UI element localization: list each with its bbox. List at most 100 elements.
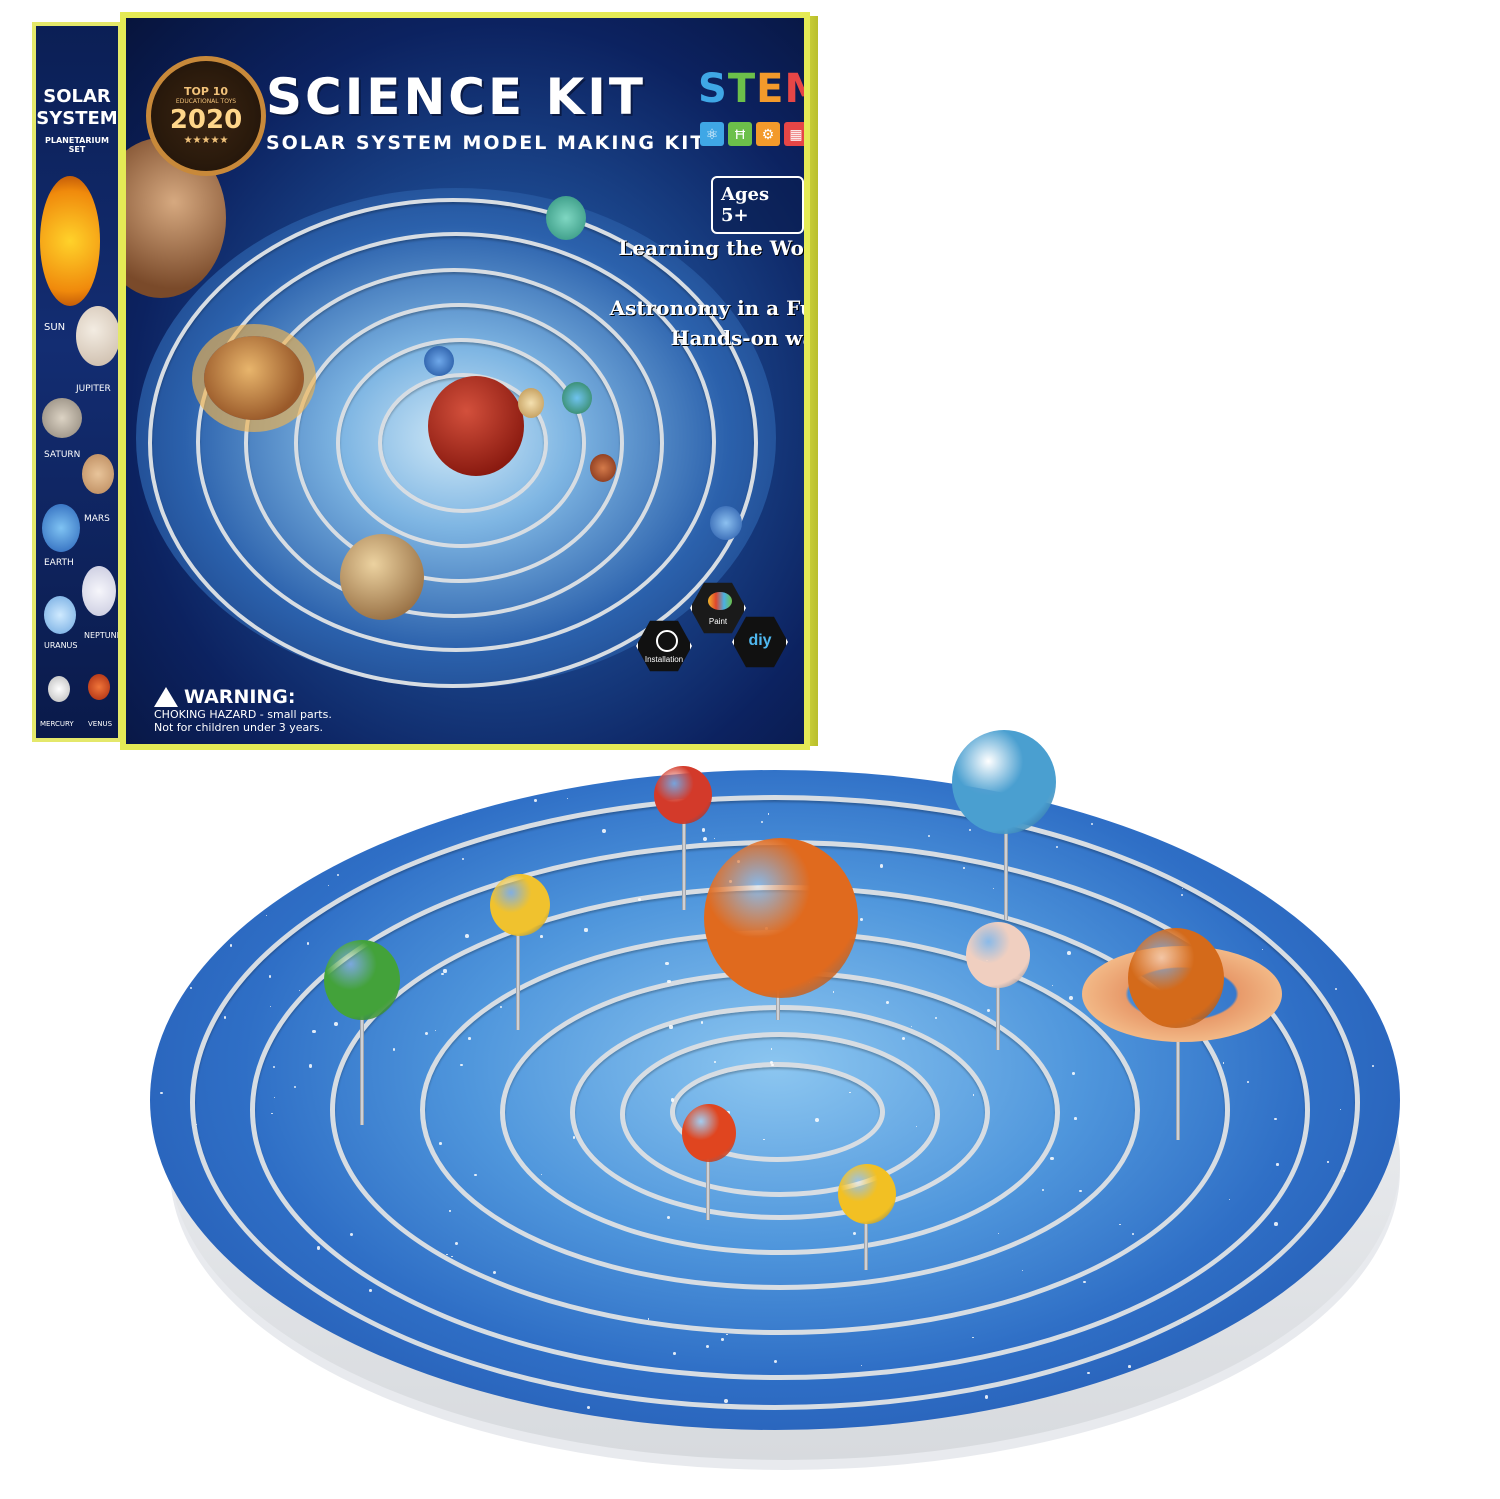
star-dot [723, 1398, 728, 1403]
jupiter-rod [996, 980, 1000, 1050]
star-dot [721, 1338, 724, 1342]
tagline-line: Astronomy in a Fun, [609, 296, 804, 320]
star-dot [257, 1372, 260, 1375]
side-planet-label: SUN [44, 322, 66, 333]
star-dot [1074, 1117, 1077, 1121]
star-dot [499, 1005, 502, 1008]
star-dot [189, 987, 192, 990]
star-dot [539, 935, 543, 938]
star-dot [441, 972, 444, 976]
illustration-sun [428, 376, 524, 476]
side-subtitle: PLANETARIUM SET [45, 136, 109, 154]
star-dot [164, 1406, 168, 1410]
illustration-uranus [546, 196, 586, 240]
star-dot [702, 837, 707, 842]
star-dot [915, 1125, 917, 1127]
star-dot [771, 1063, 774, 1067]
warning-line: CHOKING HAZARD - small parts. [154, 708, 332, 721]
star-dot [1274, 1222, 1278, 1226]
star-dot [268, 975, 271, 978]
star-dot [312, 1029, 316, 1034]
star-dot [180, 1283, 183, 1286]
illustration-earth [562, 382, 592, 414]
star-dot [1372, 1065, 1374, 1067]
star-dot [1250, 1386, 1253, 1389]
star-dot [962, 867, 965, 869]
star-dot [260, 793, 264, 797]
star-dot [336, 874, 339, 877]
bridge-icon: Ħ [728, 122, 752, 146]
saturn-image [42, 398, 82, 438]
tagline: Learning the World of Astronomy in a Fun… [596, 233, 804, 353]
side-planet-label: VENUS [88, 720, 113, 728]
star-dot [355, 1368, 359, 1372]
ages-badge: Ages 5+ [711, 176, 804, 234]
star-dot [328, 885, 330, 887]
star-dot [1131, 1232, 1134, 1235]
side-planet-label: URANUS [44, 641, 78, 650]
star-dot [1388, 789, 1390, 791]
sun-sphere [704, 838, 858, 998]
star-dot [1222, 1062, 1224, 1064]
star-dot [221, 1381, 226, 1385]
award-line1: TOP 10 [183, 85, 229, 98]
star-dot [182, 896, 185, 899]
star-dot [443, 969, 447, 973]
star-dot [1327, 1161, 1329, 1163]
star-dot [223, 1016, 227, 1019]
gear-icon: ⚙ [756, 122, 780, 146]
mercury-image [48, 676, 70, 702]
star-dot [1087, 1371, 1090, 1375]
side-title: SOLAR SYSTEM [36, 86, 118, 130]
star-dot [1323, 1293, 1326, 1296]
stem-icons: ⚛ Ħ ⚙ ▦ [700, 122, 804, 146]
mercury-rod [682, 810, 686, 910]
star-dot [256, 1342, 260, 1346]
star-dot [566, 797, 568, 799]
side-planet-label: SATURN [44, 450, 81, 460]
tagline-line: Hands-on way! [670, 326, 804, 350]
illustration-neptune [424, 346, 454, 376]
star-dot [334, 1021, 338, 1026]
star-dot [1342, 1169, 1345, 1172]
star-dot [986, 1008, 990, 1012]
stem-letter: E [756, 66, 785, 112]
stem-letter: M [784, 66, 804, 112]
atom-icon: ⚛ [700, 122, 724, 146]
star-dot [306, 942, 309, 945]
star-dot [170, 1264, 173, 1267]
star-dot [438, 1141, 442, 1145]
saturn-rod [1176, 1040, 1180, 1140]
warning-triangle-icon [154, 687, 178, 707]
paint-label: Paint [708, 617, 728, 626]
side-planet-label: NEPTUNE [84, 631, 122, 640]
side-title-line: SYSTEM [36, 108, 118, 129]
side-planet-label: MARS [84, 514, 110, 524]
star-dot [365, 781, 370, 786]
star-dot [1068, 996, 1073, 1000]
warning-title: WARNING: [184, 686, 296, 708]
star-dot [647, 1318, 649, 1320]
side-title-line: SOLAR [43, 86, 111, 107]
tagline-line: Learning the World of [618, 236, 804, 260]
venus-rod [516, 930, 520, 1030]
star-dot [265, 914, 268, 917]
star-dot [586, 1405, 591, 1409]
star-dot [316, 1246, 321, 1250]
star-dot [584, 928, 588, 932]
venus-image [88, 674, 110, 700]
side-planet-label: EARTH [44, 558, 74, 568]
star-dot [773, 1360, 777, 1364]
star-dot [1181, 887, 1183, 890]
uranus-sphere [324, 940, 400, 1020]
paint-palette-icon [708, 592, 732, 610]
box-title: SCIENCE KIT [266, 68, 647, 126]
star-dot [984, 1394, 989, 1399]
star-dot [1051, 984, 1053, 986]
star-dot [474, 1173, 477, 1177]
star-dot [1066, 950, 1071, 955]
star-dot [1351, 1373, 1355, 1377]
mars-image [82, 454, 114, 494]
star-dot [1334, 987, 1338, 991]
illustration-venus [518, 388, 544, 418]
